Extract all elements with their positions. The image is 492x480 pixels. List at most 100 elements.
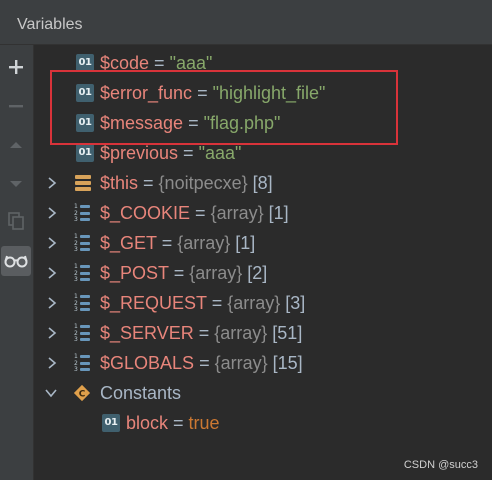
constants-class-icon: C bbox=[73, 384, 91, 402]
variable-entry: $_POST = {array} [2] bbox=[100, 258, 267, 288]
equals-sign: = bbox=[192, 83, 213, 103]
equals-sign: = bbox=[178, 143, 199, 163]
variable-value: "aaa" bbox=[169, 53, 213, 73]
equals-sign: = bbox=[206, 293, 228, 313]
variable-entry: $GLOBALS = {array} [15] bbox=[100, 348, 303, 378]
expand-chevron-icon[interactable] bbox=[45, 206, 59, 220]
variable-row-cookie[interactable]: 1 2 3 $_COOKIE = {array} [1] bbox=[34, 198, 492, 228]
variable-count: [51] bbox=[272, 323, 303, 343]
variable-name: $_GET bbox=[100, 233, 157, 253]
variable-name: $GLOBALS bbox=[100, 353, 195, 373]
variable-entry: $_REQUEST = {array} [3] bbox=[100, 288, 305, 318]
panel-header: Variables bbox=[0, 0, 492, 44]
variable-name: $message bbox=[100, 113, 184, 133]
variable-row-code[interactable]: 01 $code = "aaa" bbox=[34, 48, 492, 78]
variable-type: {array} bbox=[214, 353, 268, 373]
panel-title: Variables bbox=[17, 16, 83, 33]
variable-row-error-func[interactable]: 01 $error_func = "highlight_file" bbox=[34, 78, 492, 108]
equals-sign: = bbox=[194, 353, 215, 373]
move-down-button[interactable] bbox=[1, 169, 31, 199]
variable-row-request[interactable]: 1 2 3 $_REQUEST = {array} [3] bbox=[34, 288, 492, 318]
plus-icon bbox=[9, 60, 23, 74]
move-up-button[interactable] bbox=[1, 130, 31, 160]
variable-name: $_SERVER bbox=[100, 323, 194, 343]
glasses-icon bbox=[4, 255, 28, 268]
variable-name: $code bbox=[100, 53, 150, 73]
copy-button[interactable] bbox=[1, 206, 31, 236]
object-icon bbox=[75, 174, 93, 192]
field-01-icon: 01 bbox=[76, 54, 94, 72]
variable-name: $this bbox=[100, 173, 139, 193]
variable-row-get[interactable]: 1 2 3 $_GET = {array} [1] bbox=[34, 228, 492, 258]
variable-row-message[interactable]: 01 $message = "flag.php" bbox=[34, 108, 492, 138]
equals-sign: = bbox=[168, 413, 189, 433]
constants-label: Constants bbox=[100, 383, 182, 403]
variable-value: "flag.php" bbox=[203, 113, 281, 133]
variable-entry: $message = "flag.php" bbox=[100, 108, 280, 138]
variable-row-server[interactable]: 1 2 3 $_SERVER = {array} [51] bbox=[34, 318, 492, 348]
equals-sign: = bbox=[149, 53, 170, 73]
array-icon: 1 2 3 bbox=[74, 324, 92, 343]
constant-entry: block = true bbox=[126, 408, 220, 438]
array-icon: 1 2 3 bbox=[74, 264, 92, 283]
variable-row-post[interactable]: 1 2 3 $_POST = {array} [2] bbox=[34, 258, 492, 288]
variable-value: "highlight_file" bbox=[212, 83, 326, 103]
variable-entry: $_SERVER = {array} [51] bbox=[100, 318, 302, 348]
expand-chevron-icon[interactable] bbox=[45, 356, 59, 370]
variable-type: {array} bbox=[210, 203, 264, 223]
variable-count: [1] bbox=[268, 203, 289, 223]
variable-count: [3] bbox=[285, 293, 306, 313]
variable-entry: $previous = "aaa" bbox=[100, 138, 241, 168]
debugger-variables-panel: Variables 01 $code = "aaa" 01 $error_fun… bbox=[0, 0, 492, 480]
variable-entry: $_COOKIE = {array} [1] bbox=[100, 198, 289, 228]
array-icon: 1 2 3 bbox=[74, 354, 92, 373]
arrow-down-icon bbox=[10, 181, 22, 187]
variable-row-previous[interactable]: 01 $previous = "aaa" bbox=[34, 138, 492, 168]
collapse-chevron-icon[interactable] bbox=[44, 386, 58, 400]
array-icon: 1 2 3 bbox=[74, 294, 92, 313]
constant-row-block[interactable]: 01 block = true bbox=[34, 408, 492, 438]
equals-sign: = bbox=[183, 113, 204, 133]
view-watches-button[interactable] bbox=[1, 246, 31, 276]
arrow-up-icon bbox=[10, 142, 22, 148]
remove-watch-button[interactable] bbox=[1, 91, 31, 121]
expand-chevron-icon[interactable] bbox=[45, 266, 59, 280]
variable-type: {array} bbox=[189, 263, 243, 283]
expand-chevron-icon[interactable] bbox=[45, 296, 59, 310]
variables-tree: 01 $code = "aaa" 01 $error_func = "highl… bbox=[34, 45, 492, 480]
variable-row-this[interactable]: $this = {noitpecxe} [8] bbox=[34, 168, 492, 198]
variable-name: $_POST bbox=[100, 263, 169, 283]
equals-sign: = bbox=[190, 203, 211, 223]
variable-count: [15] bbox=[272, 353, 303, 373]
expand-chevron-icon[interactable] bbox=[45, 326, 59, 340]
variable-type: {array} bbox=[177, 233, 231, 253]
array-icon: 1 2 3 bbox=[74, 234, 92, 253]
expand-chevron-icon[interactable] bbox=[45, 176, 59, 190]
svg-text:C: C bbox=[79, 390, 86, 400]
field-01-icon: 01 bbox=[76, 84, 94, 102]
constant-value: true bbox=[188, 413, 220, 433]
variable-name: $error_func bbox=[100, 83, 193, 103]
watermark: CSDN @succ3 bbox=[403, 459, 478, 471]
variable-count: [1] bbox=[235, 233, 256, 253]
variable-entry: $_GET = {array} [1] bbox=[100, 228, 255, 258]
field-01-icon: 01 bbox=[102, 414, 120, 432]
minus-icon bbox=[9, 105, 23, 108]
field-01-icon: 01 bbox=[76, 114, 94, 132]
array-icon: 1 2 3 bbox=[74, 204, 92, 223]
variable-name: $_REQUEST bbox=[100, 293, 207, 313]
variable-type: {noitpecxe} bbox=[158, 173, 248, 193]
variable-row-globals[interactable]: 1 2 3 $GLOBALS = {array} [15] bbox=[34, 348, 492, 378]
variable-name: $_COOKIE bbox=[100, 203, 191, 223]
expand-chevron-icon[interactable] bbox=[45, 236, 59, 250]
variable-count: [2] bbox=[247, 263, 268, 283]
add-watch-button[interactable] bbox=[1, 52, 31, 82]
variable-entry: $error_func = "highlight_file" bbox=[100, 78, 325, 108]
constant-name: block bbox=[126, 413, 169, 433]
constants-group-row[interactable]: C Constants bbox=[34, 378, 492, 408]
variable-type: {array} bbox=[227, 293, 281, 313]
variable-value: "aaa" bbox=[198, 143, 242, 163]
equals-sign: = bbox=[156, 233, 178, 253]
variable-type: {array} bbox=[214, 323, 268, 343]
variable-entry: $this = {noitpecxe} [8] bbox=[100, 168, 273, 198]
